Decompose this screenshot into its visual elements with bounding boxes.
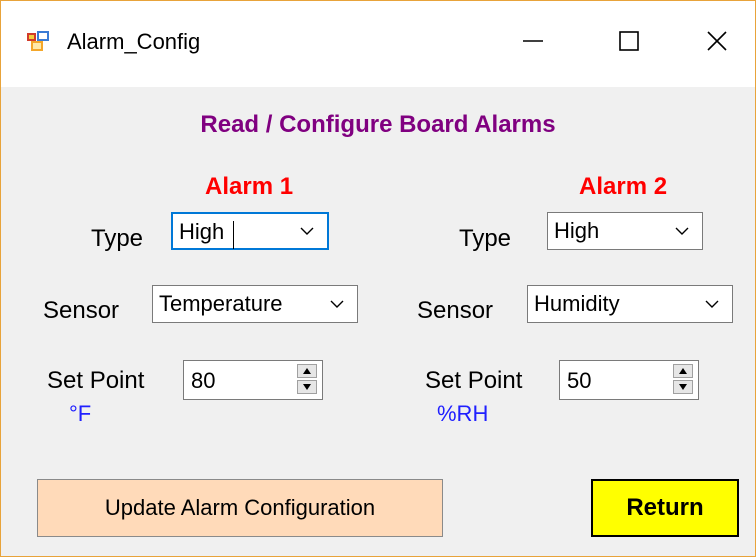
update-alarm-configuration-button[interactable]: Update Alarm Configuration xyxy=(37,479,443,537)
alarm1-setpoint-value: 80 xyxy=(191,368,216,393)
alarm2-setpoint-value: 50 xyxy=(567,368,592,393)
alarm1-setpoint-spinner xyxy=(297,364,319,396)
alarm2-setpoint-spinner xyxy=(673,364,695,396)
alarm2-setpoint-input[interactable]: 50 xyxy=(559,360,699,400)
alarm2-sensor-select[interactable]: Humidity xyxy=(527,285,733,323)
alarm1-title: Alarm 1 xyxy=(205,173,294,200)
chevron-down-icon xyxy=(289,214,325,248)
alarm2-unit: %RH xyxy=(437,401,489,426)
close-button[interactable] xyxy=(687,19,747,63)
chevron-down-icon xyxy=(664,213,700,249)
page-heading: Read / Configure Board Alarms xyxy=(200,111,556,138)
spin-down-arrow-icon[interactable] xyxy=(297,380,317,394)
alarm1-sensor-label: Sensor xyxy=(43,297,120,324)
spin-up-arrow-icon[interactable] xyxy=(673,364,693,378)
alarm2-title: Alarm 2 xyxy=(579,173,668,200)
alarm2-setpoint-label: Set Point xyxy=(425,367,523,394)
alarm1-sensor-select[interactable]: Temperature xyxy=(152,285,358,323)
alarm2-type-value: High xyxy=(554,218,600,243)
alarm1-type-label: Type xyxy=(91,225,144,252)
alarm2-sensor-value: Humidity xyxy=(534,291,620,316)
alarm1-sensor-value: Temperature xyxy=(159,291,283,316)
chevron-down-icon xyxy=(319,286,355,322)
text-cursor xyxy=(233,221,234,249)
alarm1-setpoint-input[interactable]: 80 xyxy=(183,360,323,400)
alarm1-type-select[interactable]: High xyxy=(171,212,329,250)
alarm2-type-label: Type xyxy=(459,225,512,252)
alarm2-sensor-label: Sensor xyxy=(417,297,494,324)
chevron-down-icon xyxy=(694,286,730,322)
maximize-icon xyxy=(619,31,639,51)
minimize-button[interactable] xyxy=(503,19,563,63)
alarm1-unit: °F xyxy=(69,401,92,426)
close-icon xyxy=(707,31,727,51)
spin-down-arrow-icon[interactable] xyxy=(673,380,693,394)
maximize-button[interactable] xyxy=(599,19,659,63)
minimize-icon xyxy=(523,40,543,42)
alarm1-type-value: High xyxy=(179,219,225,244)
window-title: Alarm_Config xyxy=(67,29,201,54)
spin-up-arrow-icon[interactable] xyxy=(297,364,317,378)
alarm1-setpoint-label: Set Point xyxy=(47,367,145,394)
alarm2-type-select[interactable]: High xyxy=(547,212,703,250)
return-button[interactable]: Return xyxy=(591,479,739,537)
title-bar[interactable]: Alarm_Config xyxy=(1,1,755,87)
alarm-config-window: Alarm_Config Read / Configure Board Alar… xyxy=(0,0,756,557)
app-window-icon xyxy=(27,31,49,51)
